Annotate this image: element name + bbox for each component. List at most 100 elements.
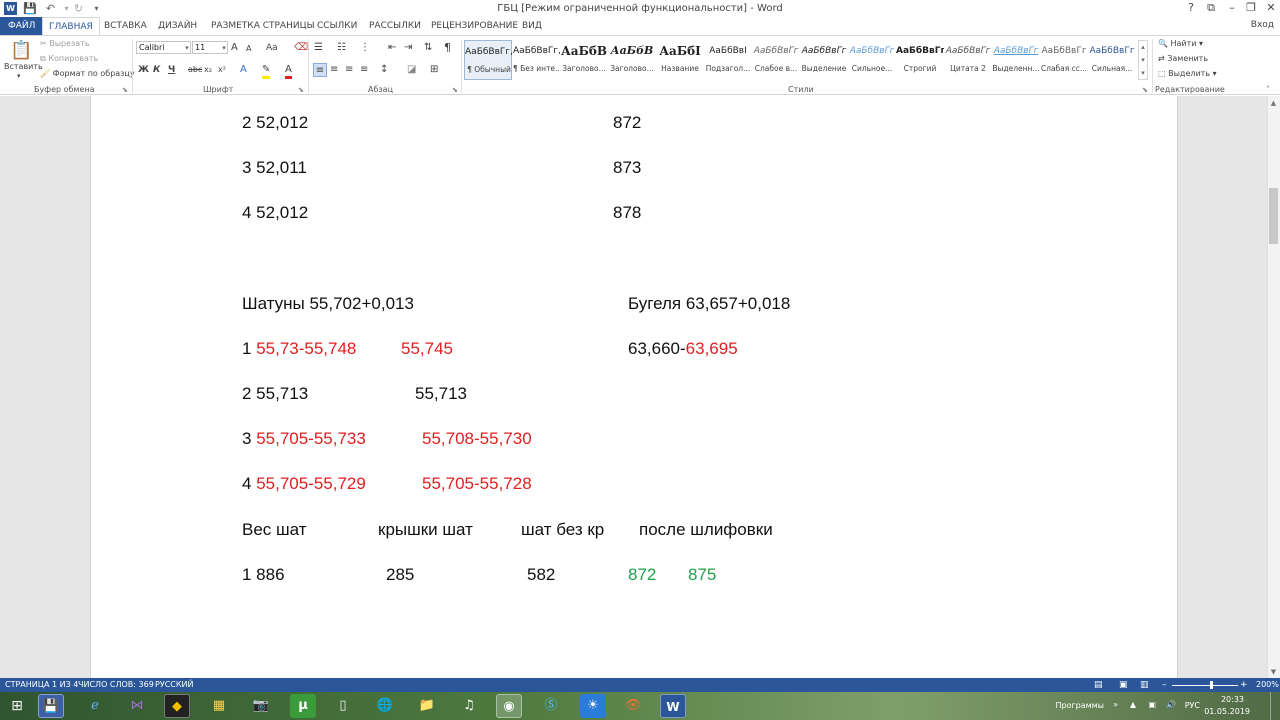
style-no-spacing[interactable]: АаБбВвГг, ¶ Без инте... xyxy=(513,40,561,80)
decrease-indent-icon[interactable]: ⇤ xyxy=(388,42,396,54)
style-title[interactable]: АаБбІ Название xyxy=(656,40,704,80)
format-painter-button[interactable]: 🖌 Формат по образцу xyxy=(40,69,135,78)
underline-icon[interactable]: Ч xyxy=(168,64,175,76)
italic-icon[interactable]: К xyxy=(153,64,160,76)
taskbar-document-icon[interactable]: ▯ xyxy=(330,694,356,718)
find-button[interactable]: 🔍 Найти ▾ xyxy=(1158,39,1203,48)
sort-icon[interactable]: ⇅ xyxy=(424,42,432,54)
style-heading-2[interactable]: АаБбВ Заголово... xyxy=(608,40,656,80)
replace-button[interactable]: ⇄ Заменить xyxy=(1158,54,1208,63)
borders-icon[interactable]: ⊞ xyxy=(430,64,438,76)
tab-file[interactable]: ФАЙЛ xyxy=(0,17,44,35)
tray-app-icon[interactable]: ▣ xyxy=(1148,700,1156,709)
taskbar-ie-icon[interactable]: ℯ xyxy=(82,694,108,718)
line-spacing-icon[interactable]: ↕ xyxy=(380,64,388,76)
collapse-ribbon-icon[interactable]: ˄ xyxy=(1266,85,1270,95)
strikethrough-icon[interactable]: abc xyxy=(188,64,202,76)
taskbar-chrome-icon[interactable]: ◉ xyxy=(496,694,522,718)
font-name-dropdown-icon[interactable]: ▾ xyxy=(183,42,191,54)
style-intense-quote[interactable]: АаБбВвГг Выделенн... xyxy=(992,40,1040,80)
document-page[interactable]: 2 52,012 872 3 52,011 873 4 52,012 878 Ш… xyxy=(90,96,1178,678)
taskbar-itunes-icon[interactable]: ♫ xyxy=(456,694,482,718)
align-center-icon[interactable]: ≡ xyxy=(330,64,338,76)
font-color-icon[interactable]: A xyxy=(285,64,292,79)
text-effects-icon[interactable]: A xyxy=(240,64,247,76)
paste-dropdown-icon[interactable]: ▾ xyxy=(17,72,21,80)
bullets-icon[interactable]: ☰ xyxy=(314,42,323,54)
bold-icon[interactable]: Ж xyxy=(138,64,149,76)
subscript-icon[interactable]: x₂ xyxy=(204,64,212,76)
taskbar-eye-icon[interactable]: 👁 xyxy=(620,694,646,718)
tray-language[interactable]: РУС xyxy=(1185,701,1200,710)
read-mode-icon[interactable]: ▤ xyxy=(1094,678,1103,692)
style-emphasis[interactable]: АаБбВвГг Выделение xyxy=(800,40,848,80)
tab-view[interactable]: ВИД xyxy=(516,17,548,35)
taskbar-batman-icon[interactable]: ◆ xyxy=(164,694,190,718)
justify-icon[interactable]: ≡ xyxy=(360,64,368,76)
tab-review[interactable]: РЕЦЕНЗИРОВАНИЕ xyxy=(425,17,524,35)
sign-in-link[interactable]: Вход xyxy=(1251,20,1274,30)
align-right-icon[interactable]: ≡ xyxy=(345,64,353,76)
style-strong[interactable]: АаБбВвГг, Строгий xyxy=(896,40,944,80)
shading-icon[interactable]: ◪ xyxy=(407,64,416,76)
increase-indent-icon[interactable]: ⇥ xyxy=(404,42,412,54)
styles-launcher-icon[interactable]: ⬊ xyxy=(1142,85,1148,95)
restore-button[interactable]: ❐ xyxy=(1243,1,1259,15)
tab-mailings[interactable]: РАССЫЛКИ xyxy=(363,17,427,35)
language[interactable]: РУССКИЙ xyxy=(155,678,194,692)
paste-icon[interactable]: 📋 xyxy=(10,40,32,62)
taskbar-word-icon[interactable]: W xyxy=(660,694,686,718)
ribbon-display-button[interactable]: ⧉ xyxy=(1203,1,1219,15)
style-normal[interactable]: АаБбВвГг, ¶ Обычный xyxy=(464,40,513,80)
tray-expand-icon[interactable]: » xyxy=(1113,700,1118,709)
tab-references[interactable]: ССЫЛКИ xyxy=(311,17,363,35)
zoom-slider-thumb[interactable] xyxy=(1210,681,1213,689)
clipboard-launcher-icon[interactable]: ⬊ xyxy=(122,85,128,95)
style-intense-emphasis[interactable]: АаБбВвГг Сильное... xyxy=(848,40,896,80)
superscript-icon[interactable]: x² xyxy=(218,64,226,76)
highlight-icon[interactable]: ✎ xyxy=(262,64,271,79)
tray-time[interactable]: 20:33 xyxy=(1221,695,1244,704)
help-button[interactable]: ? xyxy=(1183,1,1199,15)
multilevel-list-icon[interactable]: ⋮ xyxy=(360,42,370,54)
scroll-up-icon[interactable]: ▲ xyxy=(1268,97,1279,109)
style-subtitle[interactable]: АаБбВвІ Подзагол... xyxy=(704,40,752,80)
zoom-in-icon[interactable]: + xyxy=(1240,678,1248,692)
paragraph-launcher-icon[interactable]: ⬊ xyxy=(452,85,458,95)
start-button-icon[interactable]: ⊞ xyxy=(4,694,30,718)
shrink-font-icon[interactable]: A xyxy=(246,43,251,55)
tray-programs[interactable]: Программы xyxy=(1055,701,1104,710)
taskbar-vs-icon[interactable]: ⋈ xyxy=(124,694,150,718)
zoom-slider[interactable] xyxy=(1172,685,1238,686)
tab-layout[interactable]: РАЗМЕТКА СТРАНИЦЫ xyxy=(205,17,321,35)
minimize-button[interactable]: – xyxy=(1224,1,1240,15)
change-case-icon[interactable]: Aa xyxy=(266,42,278,54)
zoom-level[interactable]: 200% xyxy=(1256,678,1279,692)
tray-network-icon[interactable]: ▲ xyxy=(1130,700,1136,709)
close-button[interactable]: ✕ xyxy=(1263,1,1279,15)
style-quote-2[interactable]: АаБбВвГг Цитата 2 xyxy=(944,40,992,80)
word-count[interactable]: ЧИСЛО СЛОВ: 369 xyxy=(78,678,154,692)
show-marks-icon[interactable]: ¶ xyxy=(444,42,451,54)
align-left-icon[interactable]: ≡ xyxy=(313,63,327,77)
style-subtle-emphasis[interactable]: АаБбВвГг Слабое в... xyxy=(752,40,800,80)
font-size-dropdown-icon[interactable]: ▾ xyxy=(220,42,228,54)
style-subtle-reference[interactable]: АаБбВвГг Слабая сс... xyxy=(1040,40,1088,80)
page-count[interactable]: СТРАНИЦА 1 ИЗ 4 xyxy=(5,678,78,692)
zoom-out-icon[interactable]: – xyxy=(1162,678,1167,692)
taskbar-globe-icon[interactable]: 🌐 xyxy=(372,694,398,718)
numbering-icon[interactable]: ☷ xyxy=(337,42,346,54)
print-layout-icon[interactable]: ▣ xyxy=(1119,678,1128,692)
paste-button[interactable]: Вставить xyxy=(4,62,43,71)
tab-insert[interactable]: ВСТАВКА xyxy=(98,17,153,35)
taskbar-utorrent-icon[interactable]: μ xyxy=(290,694,316,718)
select-button[interactable]: ⬚ Выделить ▾ xyxy=(1158,69,1217,78)
styles-scroll-icon[interactable]: ▴ ▾ ▾ xyxy=(1138,40,1148,80)
taskbar-weather-icon[interactable]: ☀ xyxy=(580,694,606,718)
taskbar-camera-icon[interactable]: 📷 xyxy=(248,694,274,718)
taskbar-app-icon[interactable]: ▦ xyxy=(206,694,232,718)
taskbar-skype-icon[interactable]: Ⓢ xyxy=(538,694,564,718)
scrollbar-thumb[interactable] xyxy=(1269,188,1278,244)
show-desktop-button[interactable] xyxy=(1270,692,1276,720)
scroll-down-icon[interactable]: ▼ xyxy=(1268,666,1279,678)
